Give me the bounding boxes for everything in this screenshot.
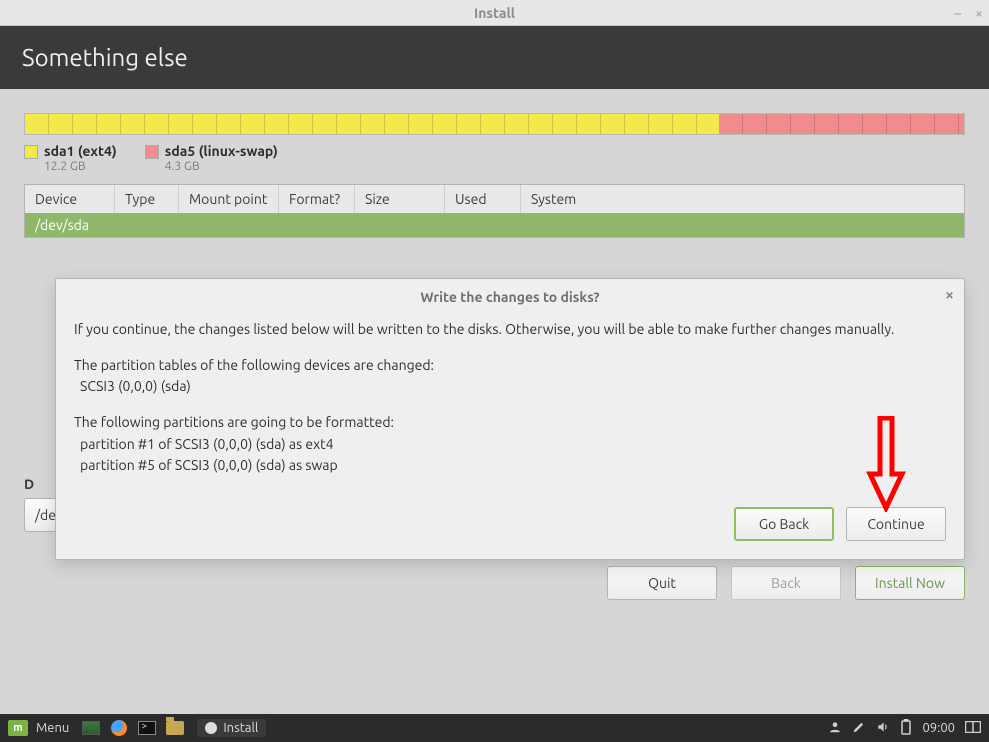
usage-segment [25,114,719,134]
mint-logo-icon[interactable]: m [8,720,28,736]
show-desktop-icon[interactable] [81,719,101,737]
back-button[interactable]: Back [731,566,841,600]
continue-button-label: Continue [867,516,924,532]
partition-table-header: Device Type Mount point Format? Size Use… [25,185,964,213]
col-size[interactable]: Size [355,185,445,213]
go-back-button-label: Go Back [759,516,809,532]
partition-table: Device Type Mount point Format? Size Use… [24,184,965,238]
taskbar: m Menu Install 09:00 [0,714,989,742]
firefox-icon[interactable] [109,719,129,737]
confirm-write-dialog: Write the changes to disks? × If you con… [55,278,965,560]
volume-icon[interactable] [876,720,890,737]
quit-button-label: Quit [648,575,676,591]
col-mount[interactable]: Mount point [179,185,279,213]
fmt-item: partition #1 of SCSI3 (0,0,0) (sda) as e… [74,436,334,452]
window-title: Install [474,5,515,21]
legend-item: sda5 (linux-swap)4.3 GB [145,143,278,174]
task-label: Install [223,721,258,735]
clock[interactable]: 09:00 [922,721,955,735]
partition-legend: sda1 (ext4)12.2 GB sda5 (linux-swap)4.3 G… [24,143,965,174]
pt-heading: The partition tables of the following de… [74,357,434,373]
go-back-button[interactable]: Go Back [734,507,834,541]
disc-icon [205,722,217,734]
quit-button[interactable]: Quit [607,566,717,600]
system-tray: 09:00 [828,719,981,738]
legend-swatch-icon [24,145,38,159]
table-row[interactable]: /dev/sda [25,213,964,237]
dialog-close-icon[interactable]: × [945,287,954,303]
legend-item: sda1 (ext4)12.2 GB [24,143,117,174]
col-device[interactable]: Device [25,185,115,213]
install-now-button[interactable]: Install Now [855,566,965,600]
page-header: Something else [0,26,989,89]
col-type[interactable]: Type [115,185,179,213]
legend-name: sda1 (ext4) [44,143,117,160]
window-titlebar: Install – × [0,0,989,26]
back-button-label: Back [771,575,801,591]
col-system[interactable]: System [521,185,964,213]
terminal-icon[interactable] [137,719,157,737]
user-icon[interactable] [828,720,842,737]
pt-item: SCSI3 (0,0,0) (sda) [74,378,191,394]
install-now-button-label: Install Now [875,575,945,591]
menu-button[interactable]: Menu [36,721,69,735]
legend-name: sda5 (linux-swap) [165,143,278,160]
legend-size: 12.2 GB [44,160,117,174]
fmt-item: partition #5 of SCSI3 (0,0,0) (sda) as s… [74,457,338,473]
dialog-body: If you continue, the changes listed belo… [56,313,964,497]
legend-size: 4.3 GB [165,160,278,174]
dialog-title: Write the changes to disks? [420,289,599,305]
battery-icon[interactable] [900,719,912,738]
files-icon[interactable] [165,719,185,737]
fmt-heading: The following partitions are going to be… [74,414,394,430]
continue-button[interactable]: Continue [846,507,946,541]
minimize-icon[interactable]: – [954,5,961,21]
col-used[interactable]: Used [445,185,521,213]
pen-icon[interactable] [852,720,866,737]
close-icon[interactable]: × [975,5,983,21]
usage-segment [719,114,964,134]
legend-swatch-icon [145,145,159,159]
page-title: Something else [22,44,188,71]
dialog-intro: If you continue, the changes listed belo… [74,319,946,341]
disk-usage-bar [24,113,965,135]
workspace-switcher-icon[interactable] [965,721,981,736]
col-format[interactable]: Format? [279,185,355,213]
cell-device: /dev/sda [35,217,89,233]
taskbar-task-install[interactable]: Install [197,719,266,737]
